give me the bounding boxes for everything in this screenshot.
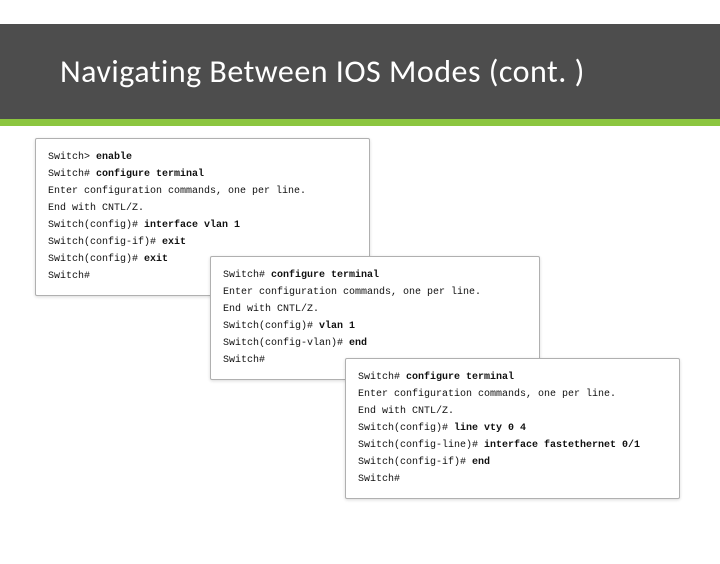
term-line: End with CNTL/Z. [48, 200, 357, 217]
term-line: Enter configuration commands, one per li… [223, 284, 527, 301]
term-line: Switch(config-vlan)# end [223, 335, 527, 352]
slide-title: Navigating Between IOS Modes (cont. ) [60, 52, 585, 91]
content-stage: Switch> enable Switch# configure termina… [0, 126, 720, 516]
term-line: Switch(config)# interface vlan 1 [48, 217, 357, 234]
term-line: Switch(config-if)# end [358, 454, 667, 471]
terminal-panel-3: Switch# configure terminal Enter configu… [345, 358, 680, 499]
term-line: Switch(config)# vlan 1 [223, 318, 527, 335]
term-line: Switch# configure terminal [223, 267, 527, 284]
term-line: Switch# [358, 471, 667, 488]
term-line: Switch(config-if)# exit [48, 234, 357, 251]
term-line: Switch# configure terminal [48, 166, 357, 183]
term-line: Switch> enable [48, 149, 357, 166]
term-line: Switch(config)# line vty 0 4 [358, 420, 667, 437]
term-line: End with CNTL/Z. [358, 403, 667, 420]
term-line: Switch# configure terminal [358, 369, 667, 386]
term-line: Enter configuration commands, one per li… [358, 386, 667, 403]
title-band: Navigating Between IOS Modes (cont. ) [0, 24, 720, 126]
term-line: Switch(config-line)# interface fastether… [358, 437, 667, 454]
term-line: Enter configuration commands, one per li… [48, 183, 357, 200]
term-line: End with CNTL/Z. [223, 301, 527, 318]
